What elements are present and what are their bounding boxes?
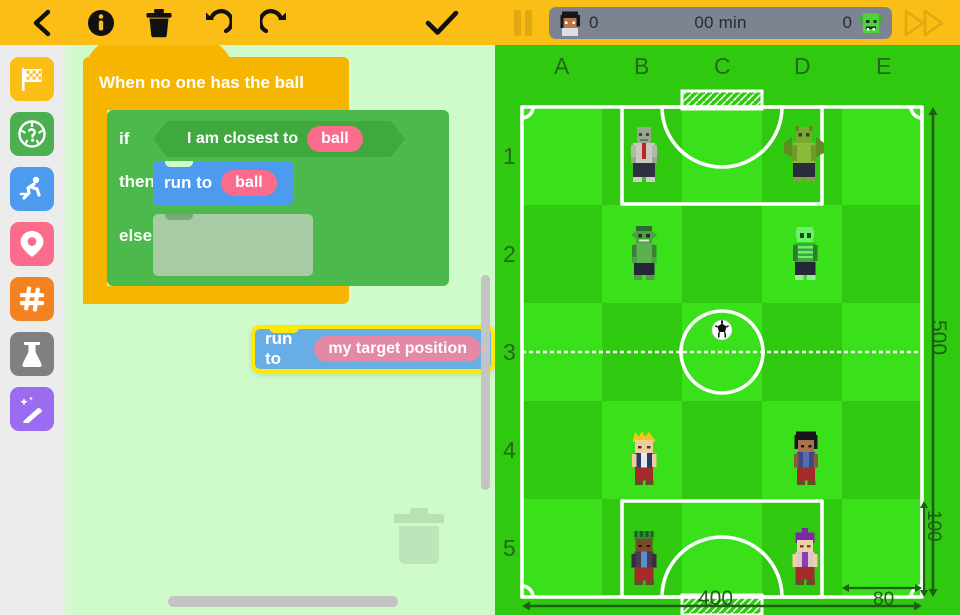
else-drop-placeholder[interactable] <box>153 214 313 276</box>
field-row-label-4: 4 <box>503 437 516 463</box>
field-column-label-b: B <box>634 53 650 79</box>
field-column-label-a: A <box>554 53 570 79</box>
editor-toolbar <box>0 0 495 45</box>
else-keyword: else <box>119 226 153 245</box>
redo-button[interactable] <box>254 2 296 44</box>
hat-block-body: if I am closest to ball then run to ball… <box>83 110 449 304</box>
dragged-block-notch <box>269 325 299 333</box>
placeholder-notch <box>165 214 193 220</box>
hat-block-label: When no one has the ball <box>99 73 304 92</box>
then-row: then run to ball <box>107 161 449 205</box>
palette-category-sensing[interactable] <box>9 112 54 156</box>
condition-i-am-closest-to[interactable]: I am closest to ball <box>153 121 405 157</box>
palette-category-events[interactable] <box>9 57 54 101</box>
field-row-label-3: 3 <box>503 339 516 365</box>
undo-button[interactable] <box>196 2 238 44</box>
soccer-ball-question-icon <box>17 120 46 148</box>
else-row: else <box>107 214 449 276</box>
home-team-avatar <box>557 10 583 36</box>
character-orc-midfielder[interactable] <box>625 225 663 286</box>
back-button[interactable] <box>22 2 64 44</box>
character-purple-hair-keeper[interactable] <box>787 528 823 591</box>
field-column-label-e: E <box>876 53 892 79</box>
then-keyword: then <box>119 172 155 191</box>
game-view[interactable]: A B C D E 1 2 3 4 5 400 500 80 100 <box>495 45 960 615</box>
map-pin-icon <box>20 231 43 257</box>
character-dark-hair-player[interactable] <box>788 430 824 491</box>
dragged-action-label: run to <box>265 329 293 368</box>
away-team-avatar <box>858 10 884 36</box>
game-hud-toolbar: 0 00 min 0 <box>495 0 960 45</box>
info-button[interactable] <box>80 2 122 44</box>
canvas-trash-drop-target[interactable] <box>391 506 447 571</box>
block-editor: When no one has the ball if I am closest… <box>0 45 495 615</box>
character-skeleton-forward[interactable] <box>786 225 824 286</box>
c-block-bottom-arm <box>83 286 349 304</box>
trash-icon <box>394 508 444 564</box>
goal-top <box>680 89 764 111</box>
palette-category-numbers[interactable] <box>9 277 54 321</box>
away-score: 0 <box>842 12 852 32</box>
if-row: if I am closest to ball <box>107 117 449 161</box>
dragged-action-value-pill[interactable]: my target position <box>314 336 481 362</box>
block-notch <box>165 161 193 167</box>
delete-button[interactable] <box>138 2 180 44</box>
field-column-label-c: C <box>714 53 731 79</box>
condition-value-pill[interactable]: ball <box>307 126 363 152</box>
if-keyword: if <box>119 129 130 148</box>
canvas-horizontal-scrollbar[interactable] <box>168 596 398 607</box>
app-root: 0 00 min 0 When no one has the ball if I… <box>0 0 960 615</box>
character-blonde-striker[interactable] <box>626 430 662 491</box>
fast-forward-button[interactable] <box>900 2 950 44</box>
condition-label: I am closest to <box>187 130 299 147</box>
hat-block-when-no-one-has-ball[interactable]: When no one has the ball <box>83 45 349 110</box>
if-then-else-block[interactable]: if I am closest to ball then run to ball… <box>107 110 449 286</box>
canvas-edge-gradient <box>63 45 71 615</box>
soccer-ball[interactable] <box>711 319 733 346</box>
palette-category-motion[interactable] <box>9 167 54 211</box>
palette-category-position[interactable] <box>9 222 54 266</box>
home-score: 0 <box>589 12 599 32</box>
field-row-label-2: 2 <box>503 241 516 267</box>
dragged-block-run-to-my-target-position[interactable]: run to my target position <box>251 325 495 373</box>
action-run-to-ball[interactable]: run to ball <box>153 161 293 205</box>
field-column-label-d: D <box>794 53 811 79</box>
palette-category-magic[interactable] <box>9 387 54 431</box>
script-canvas[interactable]: When no one has the ball if I am closest… <box>63 45 495 615</box>
flask-icon <box>21 342 42 368</box>
character-green-hair-player[interactable] <box>626 530 662 591</box>
field-row-label-5: 5 <box>503 535 516 561</box>
field-row-label-1: 1 <box>503 143 516 169</box>
action-value-pill[interactable]: ball <box>221 170 277 196</box>
confirm-button[interactable] <box>421 2 463 44</box>
magic-wand-icon <box>19 396 43 423</box>
character-gargoyle-defender[interactable] <box>784 125 824 188</box>
palette-category-variables[interactable] <box>9 332 54 376</box>
goal-box-height-dimension: 100 <box>923 510 944 542</box>
flag-icon <box>21 68 42 91</box>
canvas-vertical-scrollbar[interactable] <box>481 275 490 490</box>
action-label: run to <box>164 173 213 192</box>
hash-icon <box>19 286 44 312</box>
field-width-dimension: 400 <box>698 587 734 610</box>
scoreboard: 0 00 min 0 <box>549 6 892 39</box>
character-zombie-goalkeeper[interactable] <box>625 125 663 188</box>
field-height-dimension: 500 <box>927 320 950 356</box>
pause-button[interactable] <box>505 2 541 44</box>
c-block-left-arm <box>83 110 107 304</box>
script-stack[interactable]: When no one has the ball if I am closest… <box>83 45 449 304</box>
running-person-icon <box>19 176 41 200</box>
goal-box-width-dimension: 80 <box>873 589 895 610</box>
block-palette <box>0 45 63 615</box>
match-time: 00 min <box>694 12 747 32</box>
